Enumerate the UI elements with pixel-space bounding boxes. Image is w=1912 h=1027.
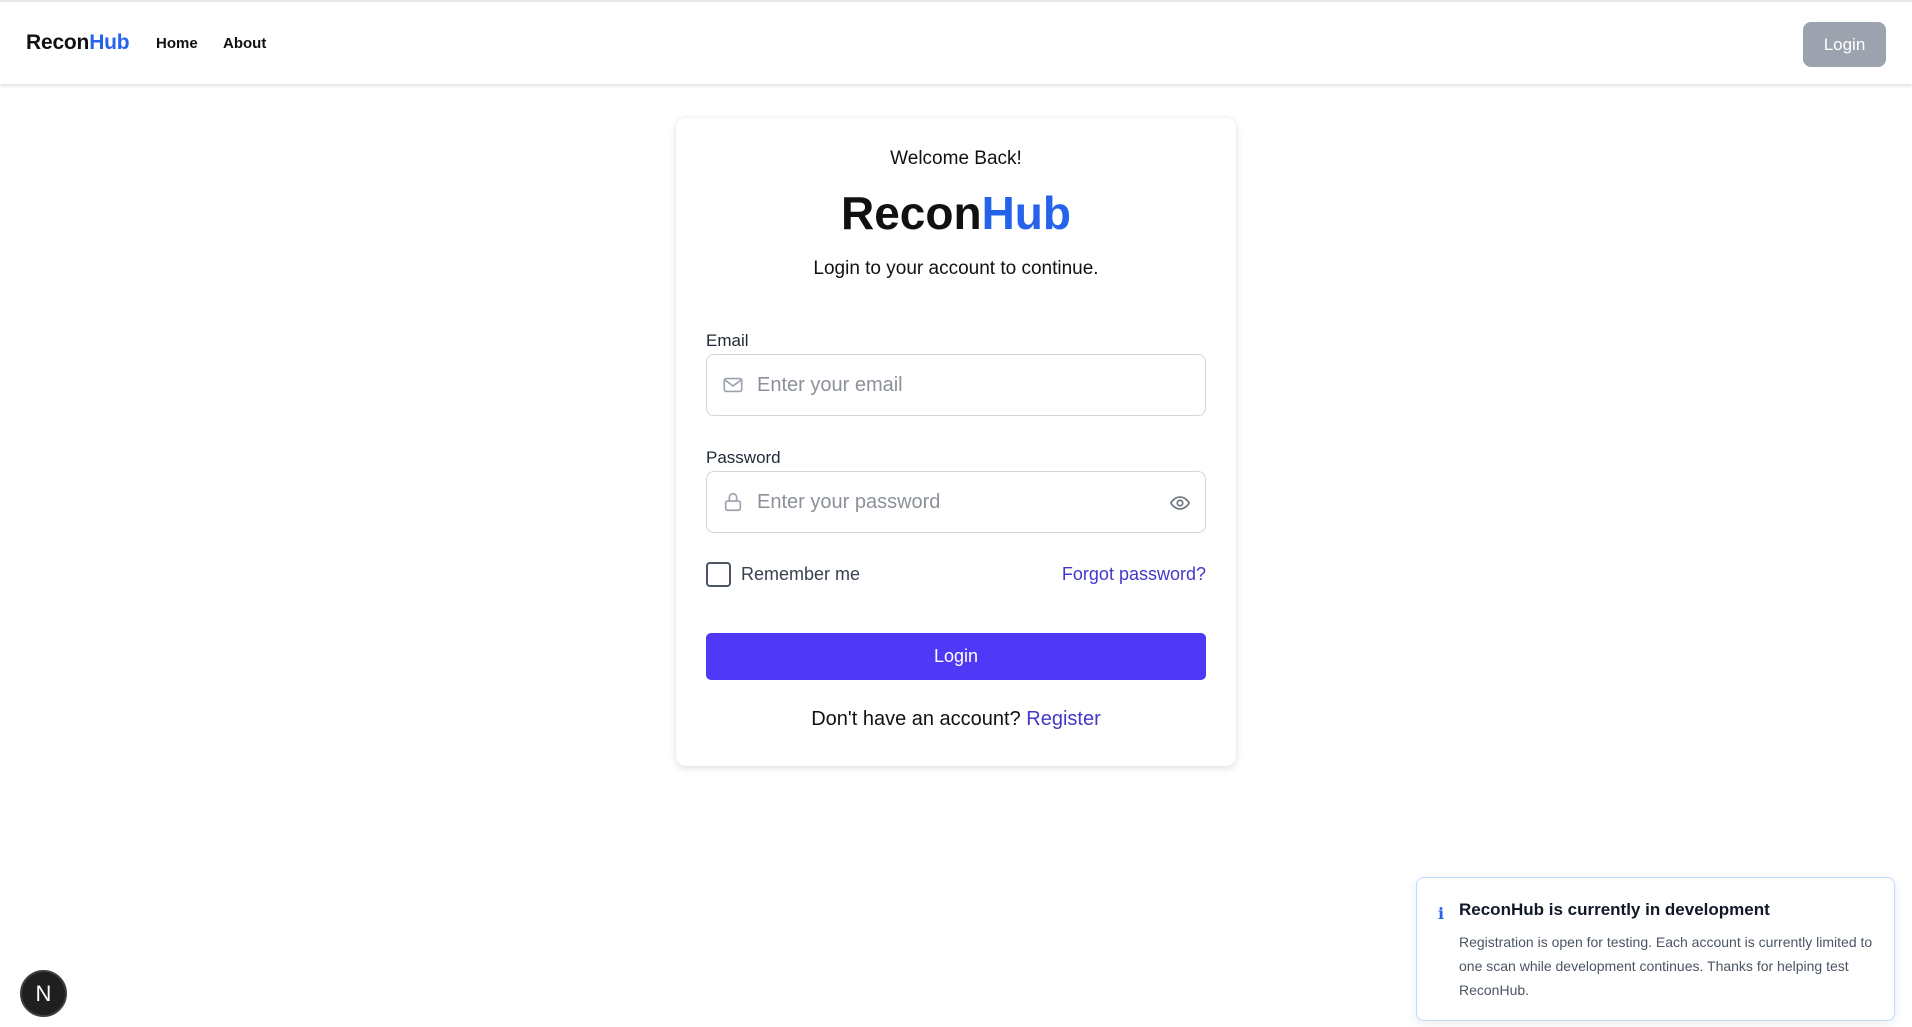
nextjs-dev-tools-button[interactable]: N bbox=[20, 970, 67, 1017]
password-field[interactable] bbox=[706, 471, 1206, 533]
brand-text-recon: Recon bbox=[840, 187, 982, 239]
brand-text-recon: Recon bbox=[26, 31, 90, 54]
remember-me-checkbox[interactable] bbox=[706, 562, 731, 587]
login-submit-button[interactable]: Login bbox=[706, 633, 1206, 680]
login-subtitle: Login to your account to continue. bbox=[813, 258, 1099, 279]
email-field[interactable] bbox=[706, 354, 1206, 416]
dev-notice-toast: i ReconHub is currently in development R… bbox=[1416, 877, 1895, 1021]
toast-title: ReconHub is currently in development bbox=[1459, 900, 1770, 919]
navbar-login-button[interactable]: Login bbox=[1803, 22, 1886, 67]
lock-icon bbox=[724, 492, 742, 512]
register-link[interactable]: Register bbox=[1026, 708, 1100, 730]
card-brand-logo: ReconHub bbox=[676, 186, 1236, 240]
nav-link-home[interactable]: Home bbox=[156, 35, 198, 52]
top-navbar: ReconHub Home About Login bbox=[0, 0, 1912, 84]
email-label: Email bbox=[706, 331, 749, 350]
welcome-heading: Welcome Back! bbox=[890, 148, 1022, 169]
nextjs-logo-icon: N bbox=[35, 981, 52, 1006]
toast-body: Registration is open for testing. Each a… bbox=[1459, 934, 1873, 998]
no-account-text: Don't have an account? bbox=[811, 708, 1021, 730]
brand-text-hub: Hub bbox=[981, 187, 1071, 239]
password-input[interactable] bbox=[757, 472, 1157, 532]
brand-text-hub: Hub bbox=[89, 31, 130, 54]
show-password-eye-icon[interactable] bbox=[1169, 492, 1191, 514]
register-prompt: Don't have an account? Register bbox=[676, 708, 1236, 731]
password-label: Password bbox=[706, 448, 781, 467]
forgot-password-link[interactable]: Forgot password? bbox=[1062, 564, 1206, 585]
email-input[interactable] bbox=[757, 355, 1157, 415]
info-icon: i bbox=[1438, 904, 1445, 923]
navbar-brand-logo[interactable]: ReconHub bbox=[26, 31, 130, 55]
mail-icon bbox=[723, 377, 743, 393]
remember-me-label[interactable]: Remember me bbox=[741, 564, 860, 585]
nav-link-about[interactable]: About bbox=[223, 35, 266, 52]
login-card: Welcome Back! ReconHub Login to your acc… bbox=[676, 118, 1236, 766]
